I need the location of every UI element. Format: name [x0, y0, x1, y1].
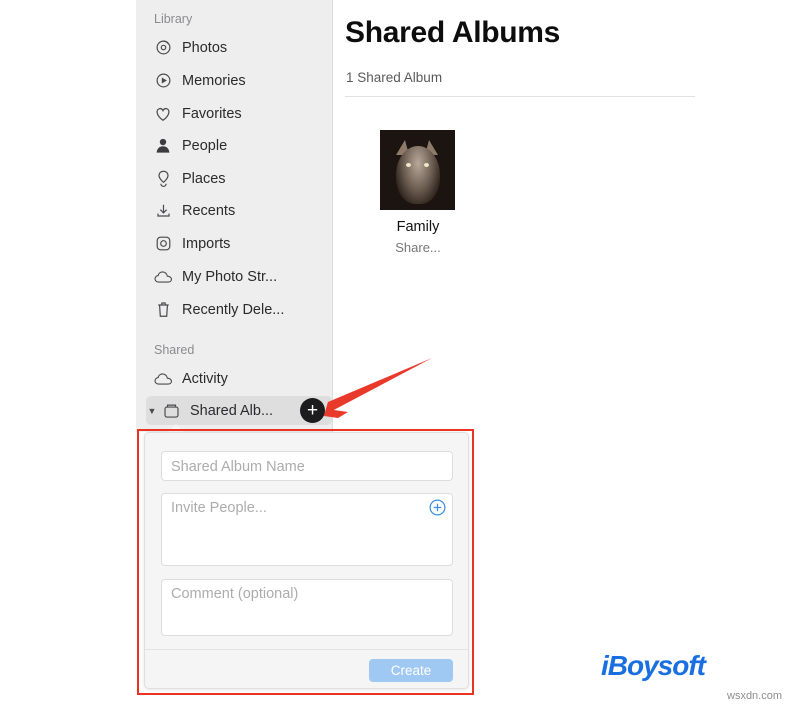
chevron-down-icon[interactable]: ▼ — [145, 406, 159, 416]
sidebar-item-label: Shared Alb... — [190, 402, 274, 419]
person-icon — [150, 135, 176, 157]
sidebar-item-label: Places — [182, 170, 226, 187]
album-name: Family — [396, 219, 440, 235]
page-title: Shared Albums — [345, 16, 561, 49]
sidebar-item-recents[interactable]: Recents — [150, 196, 328, 225]
sidebar-item-recently-deleted[interactable]: Recently Dele... — [150, 295, 328, 324]
sidebar-item-memories[interactable]: Memories — [150, 66, 328, 95]
memories-icon — [150, 70, 176, 92]
sidebar-section-shared: Shared — [154, 343, 195, 357]
sidebar-item-label: Imports — [182, 235, 231, 252]
sidebar-item-label: Recently Dele... — [182, 301, 285, 318]
sidebar-item-favorites[interactable]: Favorites — [150, 99, 328, 128]
cat-eye-left — [406, 163, 411, 167]
heart-icon — [150, 103, 176, 125]
watermark-brand: Boysoft — [607, 650, 706, 681]
comment-input[interactable]: Comment (optional) — [161, 579, 453, 636]
cat-eye-right — [424, 163, 429, 167]
watermark-prefix: i — [601, 650, 609, 681]
cloud-icon — [150, 266, 176, 288]
create-button[interactable]: Create — [369, 659, 453, 682]
shared-album-icon — [158, 400, 184, 422]
imports-icon — [150, 233, 176, 255]
cat-photo — [396, 146, 440, 204]
trash-icon — [150, 299, 176, 321]
header-divider — [345, 96, 695, 97]
pin-icon — [150, 168, 176, 190]
popover-footer-divider — [145, 649, 468, 650]
sidebar-item-label: Memories — [182, 72, 246, 89]
sidebar-section-library: Library — [154, 12, 193, 26]
invite-people-input[interactable]: Invite People... — [161, 493, 453, 566]
sidebar-item-label: People — [182, 137, 228, 154]
sidebar-item-label: Recents — [182, 202, 236, 219]
sidebar-item-people[interactable]: People — [150, 131, 328, 160]
recents-icon — [150, 200, 176, 222]
sidebar-item-label: My Photo Str... — [182, 268, 278, 285]
album-thumbnail[interactable] — [380, 130, 455, 210]
watermark-logo: iBoysoft — [601, 650, 706, 682]
sidebar-item-label: Photos — [182, 39, 228, 56]
album-status: Share... — [395, 240, 441, 255]
create-shared-album-popover: Shared Album Name Invite People... Comme… — [144, 432, 469, 689]
red-arrow-annotation — [324, 358, 432, 418]
sidebar-item-label: Favorites — [182, 105, 242, 122]
sidebar-item-places[interactable]: Places — [150, 164, 328, 193]
sidebar-item-my-photo-stream[interactable]: My Photo Str... — [150, 262, 328, 291]
shared-album-name-input[interactable]: Shared Album Name — [161, 451, 453, 481]
site-name: wsxdn.com — [727, 690, 783, 702]
plus-circle-icon[interactable] — [429, 499, 446, 516]
album-count-label: 1 Shared Album — [346, 70, 443, 85]
cloud-icon — [150, 368, 176, 390]
photos-icon — [150, 37, 176, 59]
sidebar-item-imports[interactable]: Imports — [150, 229, 328, 258]
sidebar-item-photos[interactable]: Photos — [150, 33, 328, 62]
sidebar-item-label: Activity — [182, 370, 228, 387]
